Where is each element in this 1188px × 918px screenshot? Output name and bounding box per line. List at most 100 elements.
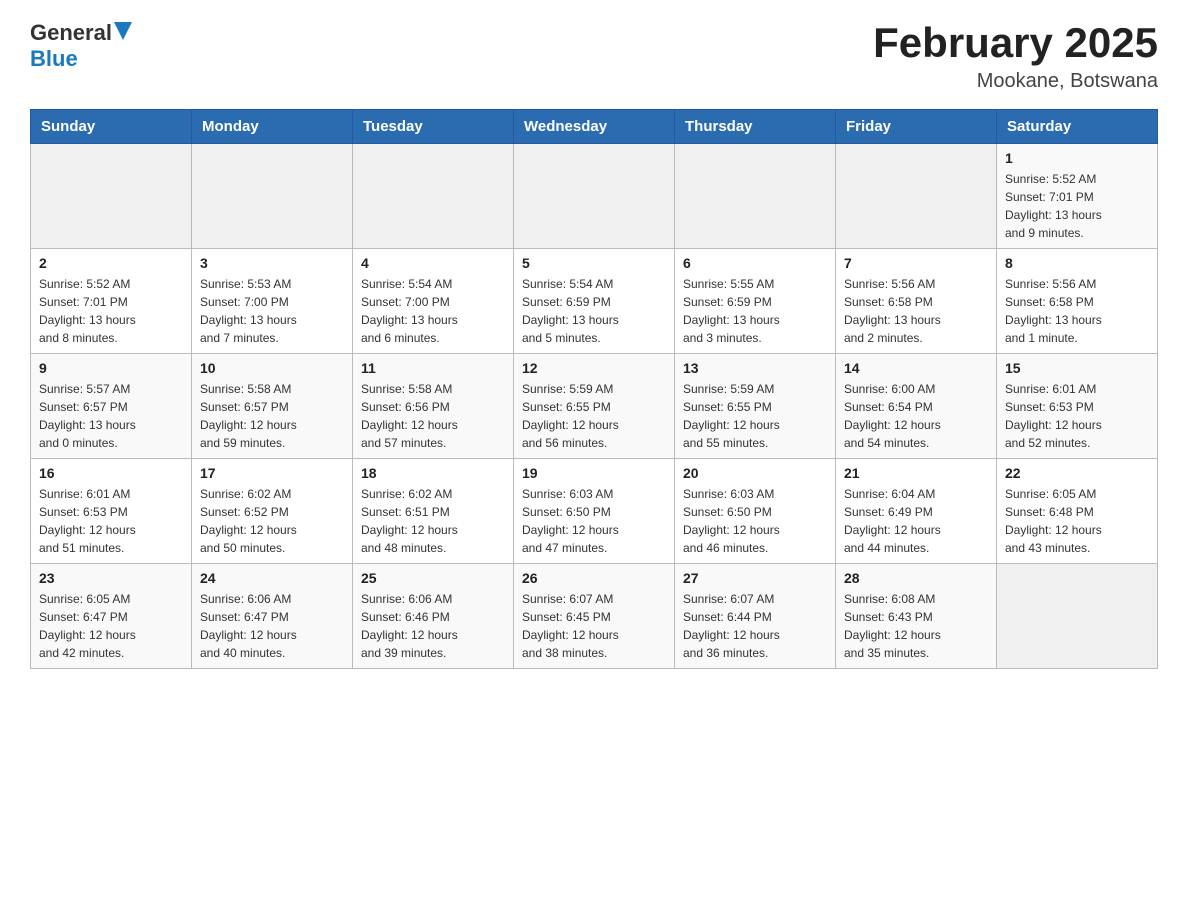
day-number: 2 — [39, 255, 183, 271]
day-info: Sunrise: 6:02 AM Sunset: 6:52 PM Dayligh… — [200, 485, 344, 557]
calendar-day-cell: 26Sunrise: 6:07 AM Sunset: 6:45 PM Dayli… — [514, 564, 675, 669]
calendar-day-cell — [514, 144, 675, 249]
calendar-day-cell: 11 Sunrise: 5:58 AM Sunset: 6:56 PM Dayli… — [353, 354, 514, 459]
calendar-day-cell: 12 Sunrise: 5:59 AM Sunset: 6:55 PM Dayli… — [514, 354, 675, 459]
day-number: 20 — [683, 465, 827, 481]
day-number: 14 — [844, 360, 988, 376]
logo-general-text: General — [30, 20, 112, 46]
calendar-week-row: 1 Sunrise: 5:52 AM Sunset: 7:01 PM Daylig… — [31, 144, 1158, 249]
day-info: Sunrise: 5:52 AM Sunset: 7:01 PM Dayligh… — [1005, 170, 1149, 242]
day-info: Sunrise: 5:58 AM Sunset: 6:57 PM Dayligh… — [200, 380, 344, 452]
day-number: 9 — [39, 360, 183, 376]
day-number: 10 — [200, 360, 344, 376]
day-info: Sunrise: 5:57 AM Sunset: 6:57 PM Dayligh… — [39, 380, 183, 452]
calendar-day-cell: 13Sunrise: 5:59 AM Sunset: 6:55 PM Dayli… — [675, 354, 836, 459]
calendar-header-row: SundayMondayTuesdayWednesdayThursdayFrid… — [31, 110, 1158, 144]
calendar-day-cell: 10 Sunrise: 5:58 AM Sunset: 6:57 PM Dayli… — [192, 354, 353, 459]
calendar-day-cell — [836, 144, 997, 249]
calendar-day-cell: 3Sunrise: 5:53 AM Sunset: 7:00 PM Daylig… — [192, 249, 353, 354]
day-of-week-header: Monday — [192, 110, 353, 144]
calendar-day-cell: 25Sunrise: 6:06 AM Sunset: 6:46 PM Dayli… — [353, 564, 514, 669]
month-title: February 2025 — [873, 20, 1158, 66]
page-header: General Blue February 2025 Mookane, Bots… — [30, 20, 1158, 93]
calendar-day-cell — [31, 144, 192, 249]
calendar-day-cell: 22 Sunrise: 6:05 AM Sunset: 6:48 PM Dayli… — [997, 459, 1158, 564]
day-number: 5 — [522, 255, 666, 271]
day-number: 19 — [522, 465, 666, 481]
calendar-day-cell: 14 Sunrise: 6:00 AM Sunset: 6:54 PM Dayli… — [836, 354, 997, 459]
calendar-day-cell: 7 Sunrise: 5:56 AM Sunset: 6:58 PM Daylig… — [836, 249, 997, 354]
day-info: Sunrise: 5:58 AM Sunset: 6:56 PM Dayligh… — [361, 380, 505, 452]
logo-triangle-icon — [114, 22, 132, 40]
day-number: 6 — [683, 255, 827, 271]
calendar-day-cell — [192, 144, 353, 249]
logo-blue-text: Blue — [30, 46, 78, 71]
logo: General Blue — [30, 20, 132, 72]
calendar-week-row: 9 Sunrise: 5:57 AM Sunset: 6:57 PM Daylig… — [31, 354, 1158, 459]
calendar-day-cell: 1 Sunrise: 5:52 AM Sunset: 7:01 PM Daylig… — [997, 144, 1158, 249]
day-number: 15 — [1005, 360, 1149, 376]
calendar-day-cell: 24 Sunrise: 6:06 AM Sunset: 6:47 PM Dayli… — [192, 564, 353, 669]
calendar-day-cell: 4 Sunrise: 5:54 AM Sunset: 7:00 PM Daylig… — [353, 249, 514, 354]
calendar-day-cell: 19 Sunrise: 6:03 AM Sunset: 6:50 PM Dayli… — [514, 459, 675, 564]
calendar-week-row: 23 Sunrise: 6:05 AM Sunset: 6:47 PM Dayli… — [31, 564, 1158, 669]
day-number: 13 — [683, 360, 827, 376]
day-info: Sunrise: 6:06 AM Sunset: 6:46 PM Dayligh… — [361, 590, 505, 662]
day-number: 3 — [200, 255, 344, 271]
calendar-day-cell: 5 Sunrise: 5:54 AM Sunset: 6:59 PM Daylig… — [514, 249, 675, 354]
calendar-day-cell: 27 Sunrise: 6:07 AM Sunset: 6:44 PM Dayli… — [675, 564, 836, 669]
day-of-week-header: Sunday — [31, 110, 192, 144]
day-info: Sunrise: 6:06 AM Sunset: 6:47 PM Dayligh… — [200, 590, 344, 662]
day-info: Sunrise: 6:07 AM Sunset: 6:45 PM Dayligh… — [522, 590, 666, 662]
calendar-day-cell: 18 Sunrise: 6:02 AM Sunset: 6:51 PM Dayli… — [353, 459, 514, 564]
day-number: 17 — [200, 465, 344, 481]
day-number: 22 — [1005, 465, 1149, 481]
day-info: Sunrise: 6:01 AM Sunset: 6:53 PM Dayligh… — [1005, 380, 1149, 452]
calendar-day-cell: 15 Sunrise: 6:01 AM Sunset: 6:53 PM Dayli… — [997, 354, 1158, 459]
day-of-week-header: Saturday — [997, 110, 1158, 144]
day-number: 12 — [522, 360, 666, 376]
calendar-day-cell — [675, 144, 836, 249]
day-of-week-header: Wednesday — [514, 110, 675, 144]
day-info: Sunrise: 6:03 AM Sunset: 6:50 PM Dayligh… — [522, 485, 666, 557]
day-info: Sunrise: 6:03 AM Sunset: 6:50 PM Dayligh… — [683, 485, 827, 557]
title-block: February 2025 Mookane, Botswana — [873, 20, 1158, 93]
day-of-week-header: Thursday — [675, 110, 836, 144]
day-number: 21 — [844, 465, 988, 481]
day-number: 16 — [39, 465, 183, 481]
calendar-day-cell: 2 Sunrise: 5:52 AM Sunset: 7:01 PM Daylig… — [31, 249, 192, 354]
day-number: 23 — [39, 570, 183, 586]
day-info: Sunrise: 5:54 AM Sunset: 7:00 PM Dayligh… — [361, 275, 505, 347]
calendar-day-cell: 16 Sunrise: 6:01 AM Sunset: 6:53 PM Dayli… — [31, 459, 192, 564]
day-info: Sunrise: 5:52 AM Sunset: 7:01 PM Dayligh… — [39, 275, 183, 347]
day-number: 28 — [844, 570, 988, 586]
day-info: Sunrise: 5:55 AM Sunset: 6:59 PM Dayligh… — [683, 275, 827, 347]
day-info: Sunrise: 6:08 AM Sunset: 6:43 PM Dayligh… — [844, 590, 988, 662]
calendar-day-cell — [353, 144, 514, 249]
day-number: 4 — [361, 255, 505, 271]
calendar-day-cell: 28 Sunrise: 6:08 AM Sunset: 6:43 PM Dayli… — [836, 564, 997, 669]
day-info: Sunrise: 6:05 AM Sunset: 6:48 PM Dayligh… — [1005, 485, 1149, 557]
calendar-day-cell: 9 Sunrise: 5:57 AM Sunset: 6:57 PM Daylig… — [31, 354, 192, 459]
day-info: Sunrise: 6:01 AM Sunset: 6:53 PM Dayligh… — [39, 485, 183, 557]
day-number: 1 — [1005, 150, 1149, 166]
day-info: Sunrise: 6:00 AM Sunset: 6:54 PM Dayligh… — [844, 380, 988, 452]
day-info: Sunrise: 6:05 AM Sunset: 6:47 PM Dayligh… — [39, 590, 183, 662]
day-number: 24 — [200, 570, 344, 586]
calendar-table: SundayMondayTuesdayWednesdayThursdayFrid… — [30, 109, 1158, 669]
day-info: Sunrise: 5:56 AM Sunset: 6:58 PM Dayligh… — [844, 275, 988, 347]
day-info: Sunrise: 5:59 AM Sunset: 6:55 PM Dayligh… — [522, 380, 666, 452]
calendar-day-cell — [997, 564, 1158, 669]
calendar-day-cell: 23 Sunrise: 6:05 AM Sunset: 6:47 PM Dayli… — [31, 564, 192, 669]
day-number: 8 — [1005, 255, 1149, 271]
day-number: 18 — [361, 465, 505, 481]
day-number: 27 — [683, 570, 827, 586]
calendar-day-cell: 20 Sunrise: 6:03 AM Sunset: 6:50 PM Dayli… — [675, 459, 836, 564]
day-info: Sunrise: 5:54 AM Sunset: 6:59 PM Dayligh… — [522, 275, 666, 347]
calendar-week-row: 2 Sunrise: 5:52 AM Sunset: 7:01 PM Daylig… — [31, 249, 1158, 354]
day-number: 7 — [844, 255, 988, 271]
day-info: Sunrise: 6:07 AM Sunset: 6:44 PM Dayligh… — [683, 590, 827, 662]
calendar-day-cell: 8Sunrise: 5:56 AM Sunset: 6:58 PM Daylig… — [997, 249, 1158, 354]
day-info: Sunrise: 6:02 AM Sunset: 6:51 PM Dayligh… — [361, 485, 505, 557]
day-number: 11 — [361, 360, 505, 376]
